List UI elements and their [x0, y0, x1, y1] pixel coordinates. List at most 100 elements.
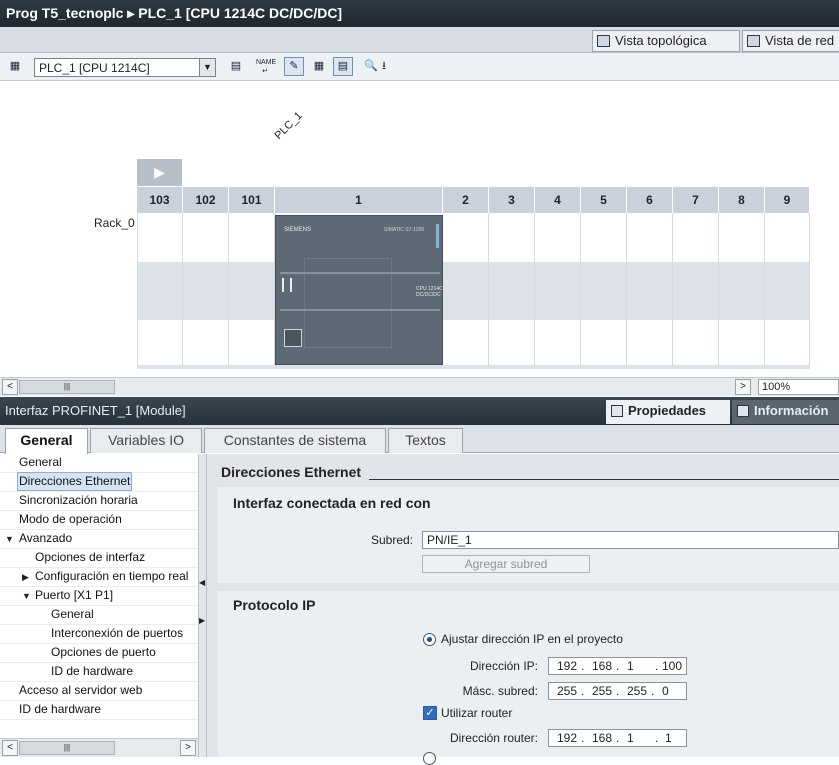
zoom-field[interactable]: 100% [758, 379, 839, 395]
device-select[interactable]: PLC_1 [CPU 1214C] ▼ [34, 58, 216, 77]
rack-label: Rack_0 [94, 216, 135, 230]
subnet-mask-field[interactable]: 255 . 255 . 255 . 0 [548, 682, 687, 700]
radio-set-ip-on-device[interactable] [423, 752, 436, 765]
slot-header: 101 [229, 187, 275, 213]
ip-dot: . [616, 659, 620, 673]
rack-slot[interactable] [443, 213, 489, 367]
page-icon[interactable]: ▤ [333, 57, 353, 76]
slot-header: 5 [581, 187, 627, 213]
add-subnet-button[interactable]: Agregar subred [422, 555, 590, 573]
inspector-header: Interfaz PROFINET_1 [Module] Propiedades… [0, 397, 839, 425]
tab-topology-view[interactable]: Vista topológica [592, 30, 740, 52]
properties-icon [611, 405, 623, 417]
scroll-left-icon[interactable]: < [2, 379, 18, 395]
rack-expand-icon[interactable]: ▶ [137, 159, 182, 186]
section-title: Direcciones Ethernet [221, 464, 370, 480]
rack-slot[interactable] [229, 213, 275, 367]
ip-dot: . [655, 659, 659, 673]
use-router-checkbox[interactable]: ✓ [423, 706, 437, 720]
tree-item-hardware-id[interactable]: ID de hardware [19, 701, 101, 720]
table-icon[interactable]: ▤ [226, 57, 246, 76]
scroll-thumb[interactable]: ||| [19, 741, 115, 755]
tab-network-view[interactable]: Vista de red [742, 30, 839, 52]
properties-tree: General Direcciones Ethernet Sincronizac… [0, 454, 198, 738]
ethernet-port-icon[interactable] [284, 329, 302, 347]
collapsed-triangle-icon[interactable]: ▶ [22, 572, 29, 583]
pen-icon[interactable]: ✎ [284, 57, 304, 76]
tree-item-port-hardware-id[interactable]: ID de hardware [51, 663, 133, 682]
tree-item-operating-mode[interactable]: Modo de operación [19, 511, 122, 530]
rack-slot[interactable] [489, 213, 535, 367]
tree-item-port-options[interactable]: Opciones de puerto [51, 644, 156, 663]
tab-properties[interactable]: Propiedades [606, 400, 730, 424]
tab-properties-label: Propiedades [628, 403, 707, 418]
tree-item-realtime-config[interactable]: Configuración en tiempo real [35, 568, 188, 587]
scroll-right-icon[interactable]: > [180, 740, 196, 756]
tree-item-web-server-access[interactable]: Acceso al servidor web [19, 682, 142, 701]
tree-scrollbar[interactable]: < ||| > [0, 738, 198, 757]
grid-icon[interactable]: ▦ [309, 57, 329, 76]
ip-group-heading: Protocolo IP [233, 597, 316, 613]
router-address-field[interactable]: 192 . 168 . 1 . 1 [548, 729, 687, 747]
tab-information[interactable]: Información [732, 400, 839, 424]
io-terminal-row [280, 272, 440, 274]
router-address-label: Dirección router: [449, 731, 538, 745]
rack-slot[interactable] [137, 213, 183, 367]
tree-item-port-x1p1[interactable]: Puerto [X1 P1] [35, 587, 113, 606]
rack-slot[interactable] [719, 213, 765, 367]
subnet-mask-label: Másc. subred: [462, 684, 538, 698]
tree-item-time-sync[interactable]: Sincronización horaria [19, 492, 138, 511]
tree-item-port-general[interactable]: General [51, 606, 94, 625]
device-view-scrollbar[interactable]: < ||| > 100% [0, 377, 839, 396]
name-icon[interactable]: NAME ↵ [255, 57, 276, 76]
slot-header: 9 [765, 187, 810, 213]
rack-slot[interactable] [673, 213, 719, 367]
chevron-left-icon[interactable]: ◀ [199, 578, 205, 587]
chevron-down-icon[interactable]: ▼ [199, 59, 215, 76]
device-overview-icon[interactable]: ▦ [5, 57, 25, 76]
rack-slot[interactable] [581, 213, 627, 367]
tab-system-constants[interactable]: Constantes de sistema [204, 428, 386, 453]
slot-header: 4 [535, 187, 581, 213]
ip-address-label: Dirección IP: [469, 659, 538, 673]
tree-item-interface-options[interactable]: Opciones de interfaz [35, 549, 145, 568]
scroll-right-icon[interactable]: > [735, 379, 751, 395]
cpu-module[interactable]: SIEMENS SIMATIC S7-1200 CPU 1214C DC/DC/… [275, 215, 443, 365]
slot-header: 3 [489, 187, 535, 213]
ip-address-field[interactable]: 192 . 168 . 1 . 100 [548, 657, 687, 675]
radio-set-ip-in-project[interactable] [423, 633, 436, 646]
rack-slot[interactable] [627, 213, 673, 367]
ip-octet: 100 [662, 659, 683, 673]
scroll-thumb[interactable]: ||| [19, 380, 115, 394]
cpu-type: CPU 1214C DC/DC/DC [416, 286, 443, 298]
rack-slot[interactable] [765, 213, 810, 367]
expanded-triangle-icon[interactable]: ▼ [5, 534, 14, 544]
rack-slot[interactable] [183, 213, 229, 367]
subnet-label: Subred: [370, 533, 413, 547]
tree-item-general[interactable]: General [19, 454, 62, 473]
tab-io-variables[interactable]: Variables IO [90, 428, 202, 453]
network-group-heading: Interfaz conectada en red con [233, 495, 431, 511]
rack-slot[interactable] [535, 213, 581, 367]
download-icon[interactable]: ⭳ [377, 57, 391, 76]
io-terminal-row [280, 309, 440, 311]
tab-general[interactable]: General [5, 428, 88, 454]
ip-dot: . [655, 731, 659, 745]
info-icon [737, 405, 749, 417]
tab-texts[interactable]: Textos [388, 428, 463, 453]
scroll-left-icon[interactable]: < [2, 740, 18, 756]
chevron-right-icon[interactable]: ▶ [199, 616, 205, 625]
tree-splitter[interactable]: ◀ ▶ [198, 454, 207, 757]
subnet-field[interactable]: PN/IE_1 [422, 531, 839, 549]
mask-octet: 255 [627, 684, 648, 698]
ip-dot: . [616, 731, 620, 745]
tree-item-port-interconnection[interactable]: Interconexión de puertos [51, 625, 183, 644]
ip-dot: . [581, 684, 585, 698]
tree-item-ethernet-addresses[interactable]: Direcciones Ethernet [17, 472, 133, 491]
mask-octet: 255 [592, 684, 613, 698]
slot-header: 102 [183, 187, 229, 213]
expanded-triangle-icon[interactable]: ▼ [22, 591, 31, 601]
tree-item-advanced[interactable]: Avanzado [19, 530, 72, 549]
window-title: Prog T5_tecnoplc ▸ PLC_1 [CPU 1214C DC/D… [0, 0, 839, 27]
inspector-subtabs: General Variables IO Constantes de siste… [0, 425, 839, 454]
